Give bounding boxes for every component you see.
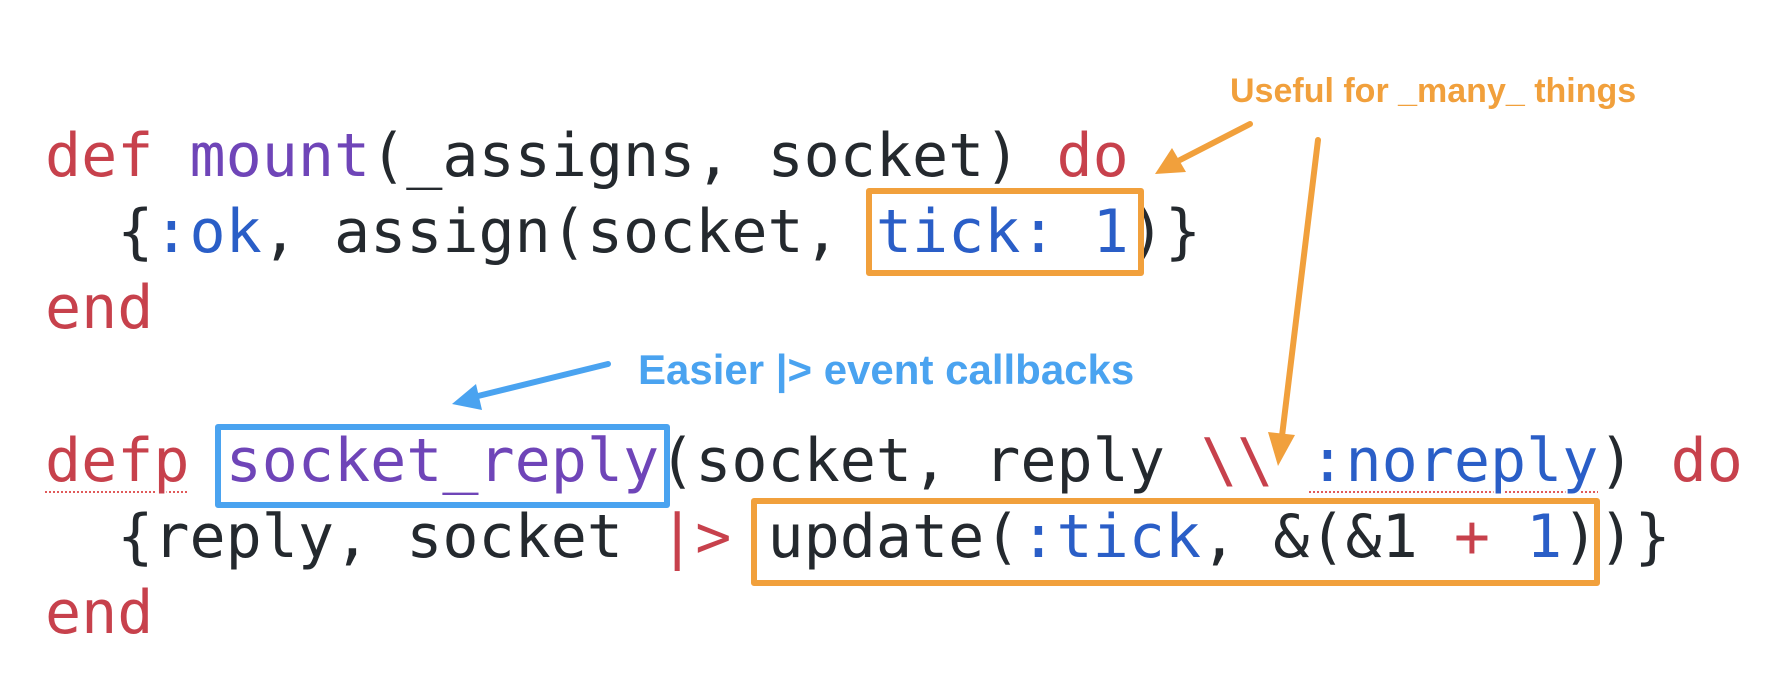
arrow-to-update-capture	[1279, 137, 1321, 439]
code-line-6: end	[45, 578, 153, 648]
arrow-to-socket-reply	[475, 361, 611, 399]
assign-call: , assign(socket,	[261, 197, 876, 267]
keyword-do: do	[1670, 426, 1743, 496]
default-arg-operator: \\	[1200, 426, 1274, 496]
mount-args: (_assigns, socket)	[370, 121, 1021, 191]
atom-noreply: :noreply	[1309, 426, 1599, 496]
arrowhead-to-socket-reply	[452, 384, 482, 410]
socket-reply-args-close: )	[1598, 426, 1635, 496]
reply-tuple-start: {reply, socket	[117, 502, 660, 572]
highlight-tick-assign	[866, 188, 1144, 276]
code-line-3: end	[45, 273, 153, 343]
keyword-end: end	[45, 578, 154, 648]
update-close: )}	[1598, 502, 1671, 572]
code-line-1: def mount(_assigns, socket) do	[45, 121, 1129, 191]
atom-ok: :ok	[153, 197, 262, 267]
keyword-defp: defp	[45, 426, 190, 496]
highlight-update-call	[751, 498, 1600, 586]
keyword-end: end	[45, 273, 154, 343]
keyword-def: def	[45, 121, 154, 191]
socket-reply-args: (socket, reply	[659, 426, 1201, 496]
slide-canvas: Useful for _many_ things Easier |> event…	[0, 0, 1770, 688]
keyword-do: do	[1056, 121, 1129, 191]
highlight-socket-reply	[215, 424, 670, 508]
tuple-open: {	[117, 197, 154, 267]
annotation-many-things: Useful for _many_ things	[1230, 72, 1637, 110]
annotation-event-callbacks: Easier |> event callbacks	[638, 346, 1135, 393]
function-mount: mount	[189, 121, 371, 191]
pipe-operator: |>	[659, 502, 732, 572]
arrow-to-do-keyword	[1177, 121, 1253, 163]
